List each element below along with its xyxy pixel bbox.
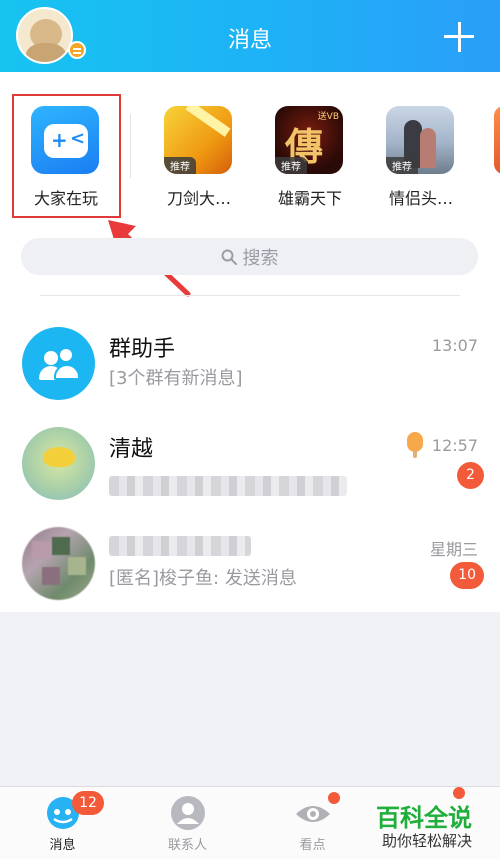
tab-unread-badge: 12 (72, 791, 104, 815)
conversation-name: 清越 (109, 437, 154, 462)
pixel-block (42, 567, 60, 585)
tab-contacts[interactable]: 联系人 (125, 787, 250, 859)
person-head-shape (44, 351, 58, 365)
tab-label: 消息 (49, 838, 76, 853)
search-icon (221, 249, 237, 265)
new-content-dot (328, 792, 340, 804)
popsicle-icon (407, 432, 423, 458)
game-label: 雄霸天下 (277, 189, 342, 208)
unread-badge: 2 (457, 462, 484, 489)
conversation-time: 星期三 (429, 540, 478, 559)
person-shape (420, 128, 436, 168)
light-ray (185, 106, 231, 137)
blurred-preview (109, 476, 347, 496)
contacts-icon (171, 796, 205, 830)
legend-game-icon: 傳奇 送VB 推荐 (275, 106, 343, 174)
recommend-badge: 推荐 (275, 157, 307, 174)
watermark-subtitle: 助你轻松解决 (382, 832, 473, 850)
recommend-badge: 推荐 (386, 157, 418, 174)
conversation-row-group-helper[interactable]: 群助手 [3个群有新消息] 13:07 (0, 318, 500, 413)
tab-label: 看点 (299, 838, 326, 853)
game-label: 情侣头… (388, 189, 453, 208)
game-art-tag: 送VB (317, 112, 339, 122)
tab-discover[interactable]: 看点 (250, 787, 375, 859)
conversation-name: 群助手 (109, 337, 176, 362)
watermark-title: 百科全说 (376, 804, 472, 832)
person-body-shape (54, 364, 80, 380)
pixel-block (52, 537, 70, 555)
game-label: 刀剑大… (166, 189, 231, 208)
sword-game-icon: 推荐 (164, 106, 232, 174)
next-game-icon[interactable] (494, 106, 500, 174)
conversation-time: 12:57 (431, 436, 478, 455)
unread-badge: 10 (450, 562, 484, 589)
person-head-shape (58, 347, 74, 363)
plus-icon[interactable] (444, 20, 478, 54)
blurred-avatar (22, 527, 95, 600)
tab-label: 联系人 (167, 838, 207, 853)
page-title: 消息 (227, 28, 272, 53)
divider (130, 114, 131, 178)
eye-icon (296, 806, 330, 822)
highlight-box (12, 94, 121, 218)
group-helper-avatar (22, 327, 95, 400)
pixel-block (68, 557, 86, 575)
conversation-row-qingyue[interactable]: 清越 12:57 2 (0, 418, 500, 513)
chick-shape (43, 447, 75, 467)
qingyue-avatar (22, 427, 95, 500)
tab-messages[interactable]: 12 消息 (0, 787, 125, 859)
top-bar: 消息 (0, 0, 500, 72)
search-placeholder: 搜索 (242, 247, 279, 269)
recommend-badge: 推荐 (164, 157, 196, 174)
search-input[interactable]: 搜索 (21, 238, 478, 275)
conversation-preview: [匿名]梭子鱼: 发送消息 (109, 568, 297, 589)
watermark: 百科全说 助你轻松解决 (376, 798, 500, 859)
conversation-row-anonymous[interactable]: [匿名]梭子鱼: 发送消息 星期三 10 (0, 518, 500, 613)
conversation-preview: [3个群有新消息] (109, 368, 243, 389)
empty-area (0, 612, 500, 786)
divider (40, 295, 460, 296)
conversation-time: 13:07 (431, 336, 478, 355)
couple-photo-icon: 推荐 (386, 106, 454, 174)
blurred-name (109, 536, 251, 556)
pixel-block (32, 541, 50, 559)
